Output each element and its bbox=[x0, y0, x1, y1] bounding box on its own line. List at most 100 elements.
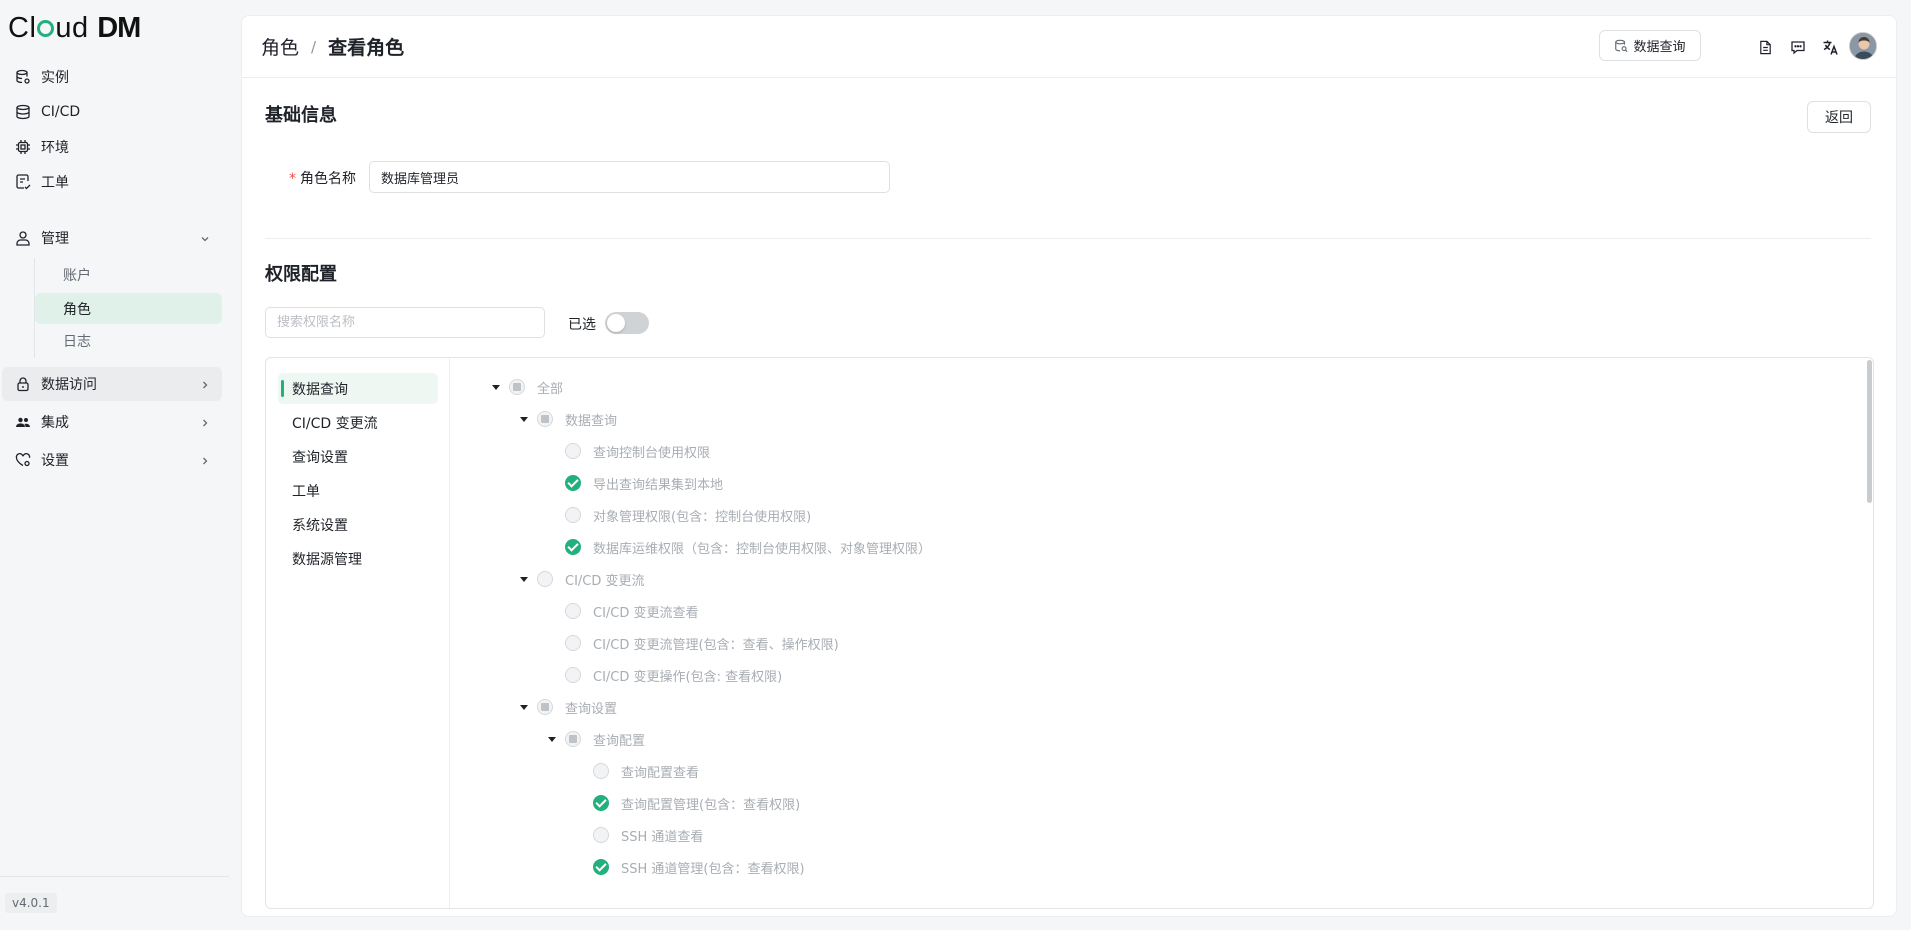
chip-icon bbox=[14, 139, 31, 156]
document-icon[interactable] bbox=[1755, 37, 1775, 57]
caret-down-icon[interactable] bbox=[492, 384, 500, 390]
database-icon bbox=[14, 104, 31, 121]
permission-tree: 全部 数据查询 查询控制台使用权限 导出查询结果集到本地 对象管理权限(包含：控… bbox=[451, 358, 1873, 908]
caret-down-icon[interactable] bbox=[520, 704, 528, 710]
sidebar-subitem-log[interactable]: 日志 bbox=[35, 325, 222, 356]
ticket-icon bbox=[14, 174, 31, 191]
sidebar-divider bbox=[0, 876, 229, 877]
main-panel: 角色 / 查看角色 数据查询 基础信息 返回 *角色名称 权限配置 已选 数据查… bbox=[241, 15, 1897, 917]
tree-leaf: CI/CD 变更流管理(包含：查看、操作权限) bbox=[565, 632, 839, 654]
tree-node-label: 导出查询结果集到本地 bbox=[593, 477, 724, 493]
app-logo[interactable]: Cl ud DM bbox=[8, 12, 141, 45]
role-name-label: * 角色名称 bbox=[289, 171, 356, 187]
caret-down-icon[interactable] bbox=[520, 416, 528, 422]
translate-icon[interactable] bbox=[1820, 37, 1840, 57]
breadcrumb-parent[interactable]: 角色 bbox=[261, 33, 299, 60]
tree-node-label: 查询配置查看 bbox=[621, 765, 700, 781]
tree-leaf: 导出查询结果集到本地 bbox=[565, 472, 723, 494]
sidebar-item-integration[interactable]: 集成 bbox=[2, 405, 222, 439]
sidebar-item-ticket[interactable]: 工单 bbox=[2, 165, 222, 199]
tree-checkbox[interactable] bbox=[565, 635, 581, 651]
back-button[interactable]: 返回 bbox=[1807, 101, 1871, 133]
tree-leaf: CI/CD 变更操作(包含: 查看权限) bbox=[565, 664, 782, 686]
tree-leaf: SSH 通道管理(包含：查看权限) bbox=[593, 856, 805, 878]
sidebar-item-label: 环境 bbox=[41, 140, 69, 156]
permission-config-title: 权限配置 bbox=[265, 264, 337, 285]
tree-checkbox[interactable] bbox=[537, 411, 553, 427]
tree-checkbox[interactable] bbox=[565, 731, 581, 747]
tree-checkbox[interactable] bbox=[565, 507, 581, 523]
caret-down-icon[interactable] bbox=[520, 576, 528, 582]
page-header: 角色 / 查看角色 数据查询 bbox=[242, 16, 1896, 78]
breadcrumb: 角色 / 查看角色 bbox=[261, 33, 404, 60]
user-avatar[interactable] bbox=[1849, 32, 1877, 60]
tree-leaf: 数据库运维权限（包含：控制台使用权限、对象管理权限） bbox=[565, 536, 931, 558]
tree-node: 查询设置 bbox=[520, 696, 617, 718]
tree-node-label: SSH 通道管理(包含：查看权限) bbox=[621, 861, 805, 877]
tree-checkbox[interactable] bbox=[565, 603, 581, 619]
sidebar-item-data-access[interactable]: 数据访问 bbox=[2, 367, 222, 401]
sidebar-item-label: CI/CD bbox=[41, 104, 81, 120]
sidebar-item-label: 设置 bbox=[41, 453, 69, 469]
tree-node-label: CI/CD 变更流查看 bbox=[593, 605, 699, 621]
tree-checkbox[interactable] bbox=[537, 571, 553, 587]
tree-checkbox[interactable] bbox=[593, 763, 609, 779]
sidebar: Cl ud DM 实例 CI/CD 环境 工单 管理 账户 角色 日志 数据访问 … bbox=[0, 0, 237, 930]
tree-node-label: 查询设置 bbox=[565, 701, 618, 717]
sidebar-subitem-role[interactable]: 角色 bbox=[35, 293, 222, 324]
tree-checkbox[interactable] bbox=[565, 667, 581, 683]
tree-node: CI/CD 变更流 bbox=[520, 568, 645, 590]
tree-node: 数据查询 bbox=[520, 408, 617, 430]
category-datasource-management[interactable]: 数据源管理 bbox=[278, 543, 438, 574]
category-query-settings[interactable]: 查询设置 bbox=[278, 441, 438, 472]
data-query-button[interactable]: 数据查询 bbox=[1599, 30, 1701, 61]
database-search-icon bbox=[1614, 39, 1629, 53]
chat-icon[interactable] bbox=[1788, 37, 1808, 57]
category-ticket[interactable]: 工单 bbox=[278, 475, 438, 506]
tree-node: 全部 bbox=[492, 376, 563, 398]
sidebar-item-environment[interactable]: 环境 bbox=[2, 130, 222, 164]
database-settings-icon bbox=[14, 69, 31, 86]
tree-checkbox[interactable] bbox=[593, 859, 609, 875]
tree-checkbox[interactable] bbox=[565, 539, 581, 555]
tree-leaf: 查询控制台使用权限 bbox=[565, 440, 710, 462]
sidebar-item-instance[interactable]: 实例 bbox=[2, 60, 222, 94]
tree-checkbox[interactable] bbox=[593, 827, 609, 843]
sidebar-item-settings[interactable]: 设置 bbox=[2, 443, 222, 477]
lock-icon bbox=[14, 376, 31, 393]
sidebar-subitem-account[interactable]: 账户 bbox=[35, 259, 222, 290]
sidebar-item-cicd[interactable]: CI/CD bbox=[2, 95, 222, 129]
tree-checkbox[interactable] bbox=[537, 699, 553, 715]
sidebar-item-label: 集成 bbox=[41, 415, 69, 431]
tree-leaf: 查询配置查看 bbox=[593, 760, 699, 782]
role-name-field[interactable] bbox=[369, 161, 890, 193]
category-system-settings[interactable]: 系统设置 bbox=[278, 509, 438, 540]
sidebar-item-label: 工单 bbox=[41, 175, 69, 191]
selected-only-toggle[interactable] bbox=[605, 312, 649, 334]
tree-node-label: 全部 bbox=[537, 381, 564, 397]
sidebar-item-label: 数据访问 bbox=[41, 377, 97, 393]
toggle-knob bbox=[607, 314, 625, 332]
tree-checkbox[interactable] bbox=[509, 379, 525, 395]
tree-node-label: 数据库运维权限（包含：控制台使用权限、对象管理权限） bbox=[593, 541, 932, 557]
sidebar-item-label: 实例 bbox=[41, 70, 69, 86]
sidebar-item-manage[interactable]: 管理 bbox=[2, 221, 222, 255]
tree-node-label: 数据查询 bbox=[565, 413, 618, 429]
category-data-query[interactable]: 数据查询 bbox=[278, 373, 438, 404]
category-cicd-flow[interactable]: CI/CD 变更流 bbox=[278, 407, 438, 438]
permission-panel: 数据查询 CI/CD 变更流 查询设置 工单 系统设置 数据源管理 全部 数据查… bbox=[265, 357, 1874, 909]
tree-checkbox[interactable] bbox=[565, 443, 581, 459]
tree-node-label: SSH 通道查看 bbox=[621, 829, 704, 845]
tree-checkbox[interactable] bbox=[593, 795, 609, 811]
tree-node-label: CI/CD 变更操作(包含: 查看权限) bbox=[593, 669, 783, 685]
caret-down-icon[interactable] bbox=[548, 736, 556, 742]
sidebar-item-label: 管理 bbox=[41, 231, 69, 247]
chevron-down-icon bbox=[200, 232, 210, 248]
tree-checkbox[interactable] bbox=[565, 475, 581, 491]
permission-search-input[interactable] bbox=[265, 307, 545, 338]
tree-scrollbar[interactable] bbox=[1867, 360, 1872, 503]
chevron-right-icon bbox=[200, 378, 210, 394]
tree-node-label: CI/CD 变更流 bbox=[565, 573, 645, 589]
tree-node: 查询配置 bbox=[548, 728, 645, 750]
users-icon bbox=[14, 414, 31, 431]
